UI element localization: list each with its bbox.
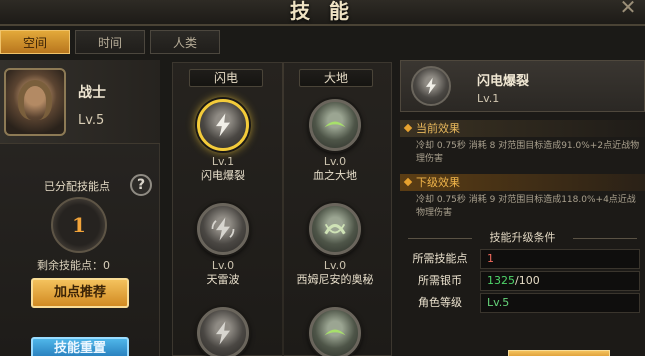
column-divider: [282, 63, 284, 356]
skill-earth-locked[interactable]: [309, 307, 361, 356]
lightning-icon: [216, 113, 230, 137]
lightning-icon: [411, 66, 451, 106]
condition-label: 角色等级: [418, 296, 462, 309]
skill-lightning-burst[interactable]: [197, 99, 249, 151]
window-title: 技 能: [290, 0, 355, 23]
next-effect-label: 下级效果: [416, 176, 460, 189]
category-tabs: 空间 时间 人类: [0, 30, 645, 54]
skill-name: 闪电爆裂: [201, 169, 245, 182]
hero-level: Lv.5: [78, 113, 105, 128]
skill-detail-name: 闪电爆裂: [477, 74, 530, 89]
diamond-bullet-icon: [403, 123, 413, 133]
current-effect-heading: 当前效果: [400, 120, 645, 137]
remaining-points: 剩余技能点：0: [37, 259, 110, 272]
lightning-icon: [211, 217, 235, 241]
silver-required: /100: [515, 274, 540, 287]
skill-name: 天雷波: [206, 273, 240, 286]
condition-skill-points: 所需技能点 1: [398, 249, 645, 269]
skill-detail-panel: 闪电爆裂 Lv.1 当前效果 冷却 0.75秒 消耗 8 对范围目标造成91.0…: [398, 60, 645, 356]
upgrade-button[interactable]: [508, 350, 610, 356]
skill-tree: 闪电 大地 Lv.1 闪电爆裂 Lv.0 血之大地 Lv.0 天雷波 Lv.0 …: [172, 62, 392, 356]
skill-thunder-wave[interactable]: [197, 203, 249, 255]
help-icon[interactable]: ?: [130, 174, 152, 196]
lightning-icon: [216, 321, 230, 345]
skill-blood-earth[interactable]: [309, 99, 361, 151]
hero-name: 战士: [78, 85, 106, 101]
column-lightning: 闪电: [189, 69, 263, 87]
tab-space[interactable]: 空间: [0, 30, 70, 54]
next-effect-heading: 下级效果: [400, 174, 645, 191]
skill-name: 西姆尼安的奥秘: [296, 273, 374, 286]
condition-silver: 所需银币 1325/100: [398, 271, 645, 291]
condition-value: 1: [480, 249, 640, 269]
tab-time[interactable]: 时间: [75, 30, 145, 54]
current-effect-label: 当前效果: [416, 122, 460, 135]
hero-panel: 战士 Lv.5 已分配技能点 ? 1 剩余技能点：0 加点推荐 技能重置: [0, 60, 160, 356]
close-icon[interactable]: ✕: [615, 0, 641, 18]
skill-detail-header: 闪电爆裂 Lv.1: [400, 60, 645, 112]
hero-card: 战士 Lv.5: [0, 60, 160, 144]
condition-value: Lv.5: [480, 293, 640, 313]
condition-label: 所需银币: [418, 274, 462, 287]
skill-lightning-locked[interactable]: [197, 307, 249, 356]
recommend-button[interactable]: 加点推荐: [31, 278, 129, 308]
diamond-bullet-icon: [403, 177, 413, 187]
condition-label: 所需技能点: [412, 252, 468, 265]
earth-wave-icon: [324, 121, 346, 128]
condition-role-level: 角色等级 Lv.5: [398, 293, 645, 313]
current-effect-text: 冷却 0.75秒 消耗 8 对范围目标造成91.0%+2点近战物理伤害: [416, 141, 640, 164]
skill-name: 血之大地: [313, 169, 357, 182]
upgrade-conditions-title: 技能升级条件: [400, 230, 645, 246]
assigned-points-value: 1: [72, 213, 86, 237]
column-earth: 大地: [299, 69, 373, 87]
skill-detail-level: Lv.1: [477, 92, 500, 105]
title-bar: 技 能 ✕: [0, 0, 645, 26]
earth-wave-icon: [324, 329, 346, 336]
next-effect-text: 冷却 0.75秒 消耗 9 对范围目标造成118.0%+4点近战物理伤害: [416, 195, 636, 218]
silver-owned: 1325: [487, 274, 515, 287]
earth-arc-icon: [324, 223, 346, 235]
skill-simnian-mystery[interactable]: [309, 203, 361, 255]
hero-portrait-avatar: [4, 68, 66, 136]
assigned-points-label: 已分配技能点: [44, 180, 110, 193]
assigned-points-ring: 1: [51, 197, 107, 253]
tab-human[interactable]: 人类: [150, 30, 220, 54]
reset-skills-button[interactable]: 技能重置: [31, 337, 129, 356]
condition-value: 1325/100: [480, 271, 640, 291]
